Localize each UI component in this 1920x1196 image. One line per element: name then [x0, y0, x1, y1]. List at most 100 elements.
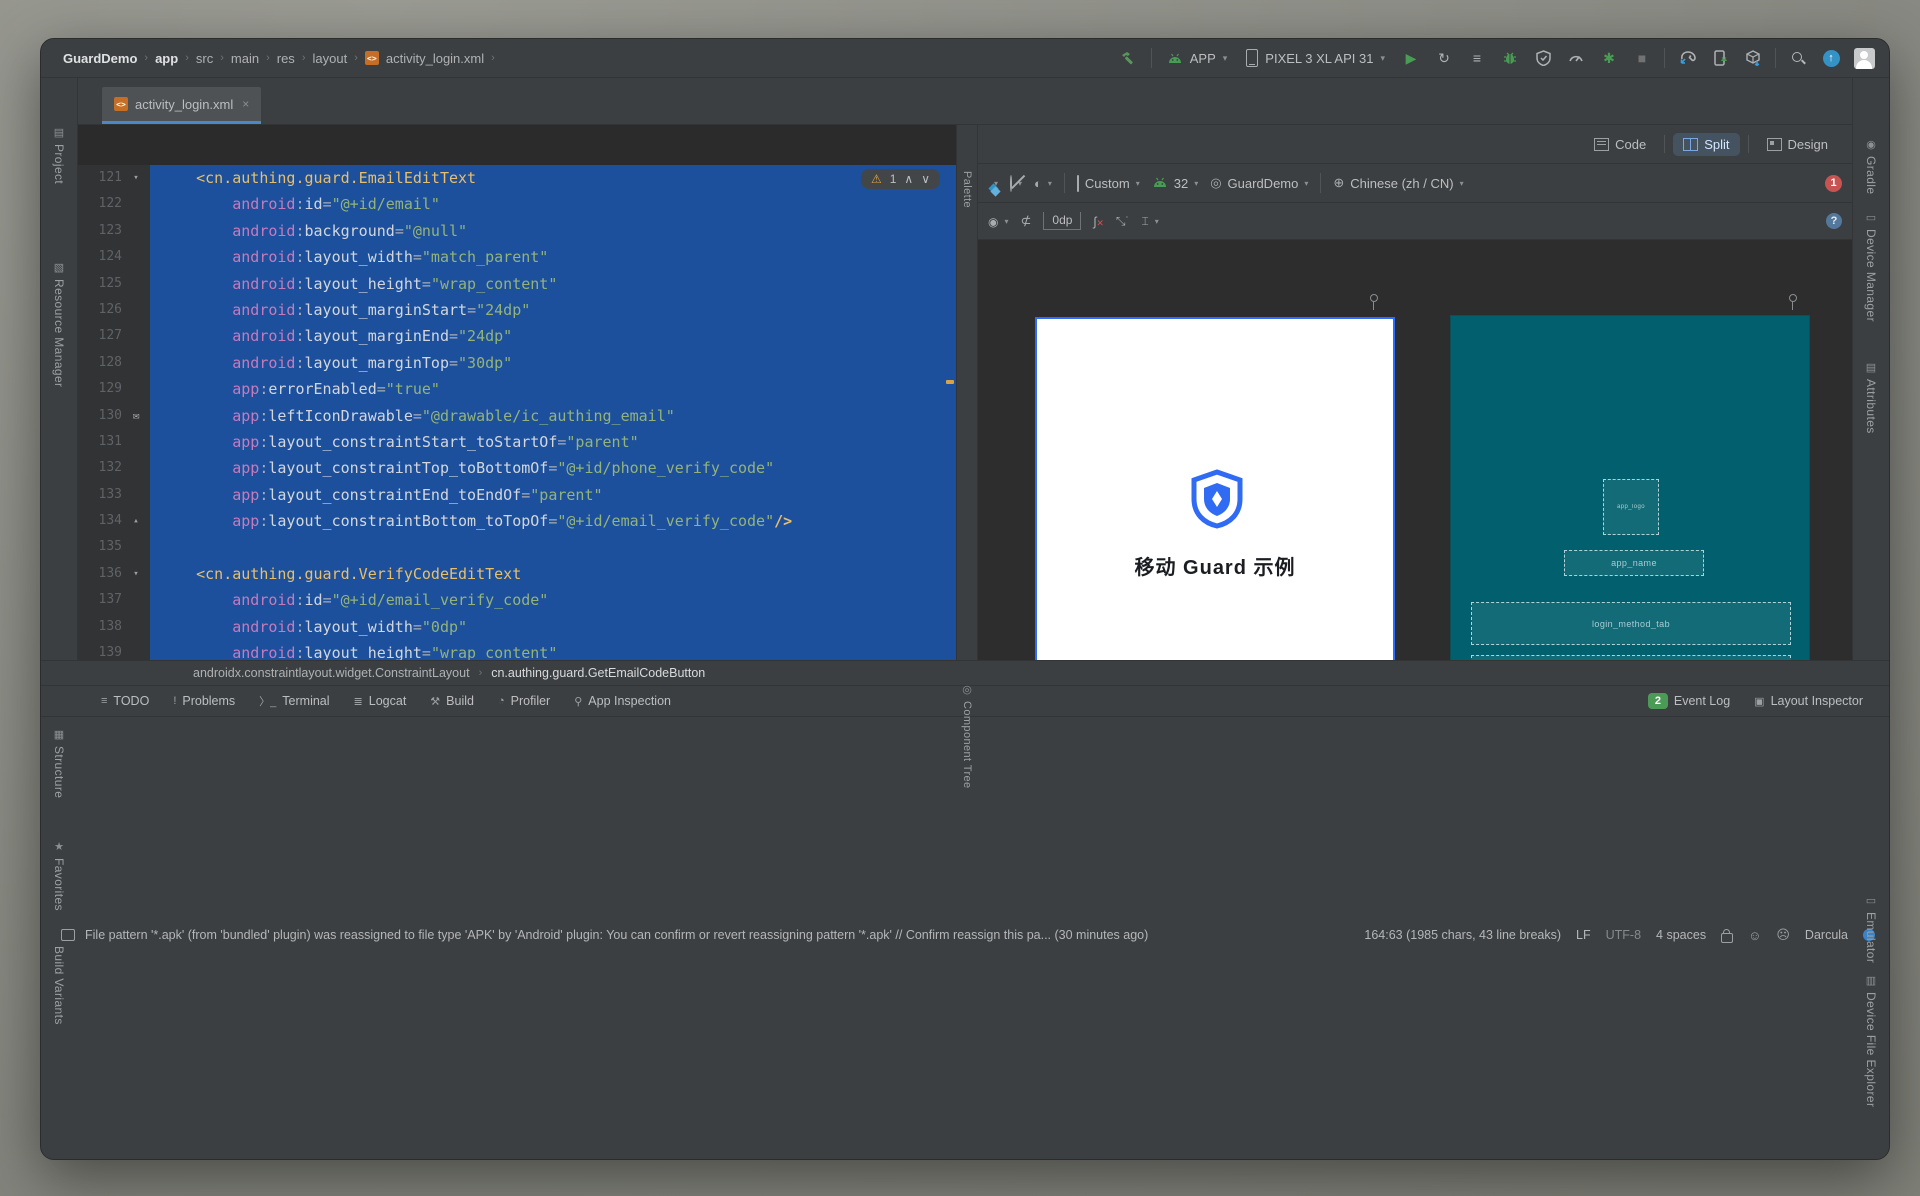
code-line[interactable]: 122 android:id="@+id/email"	[78, 191, 956, 218]
sidebar-item-build-variants[interactable]: Build Variants	[41, 946, 77, 1025]
sidebar-item-project[interactable]: ▤ Project	[41, 128, 77, 185]
clear-constraints[interactable]: ʃ✕	[1093, 214, 1103, 229]
close-tab-icon[interactable]: ×	[242, 97, 249, 111]
default-margins[interactable]: 0dp	[1043, 212, 1082, 230]
sidebar-item-attributes[interactable]: ▤ Attributes	[1853, 363, 1889, 434]
code-line[interactable]: 123 android:background="@null"	[78, 217, 956, 245]
warning-stripe-mark[interactable]	[946, 380, 954, 384]
tab-palette[interactable]: Palette	[957, 171, 977, 208]
sidebar-item-device-manager[interactable]: ▭ Device Manager	[1853, 213, 1889, 322]
code-line[interactable]: 130 ✉ app:leftIconDrawable="@drawable/ic_…	[78, 402, 956, 429]
toolwindow-build[interactable]: ⚒ Build	[430, 694, 474, 708]
breadcrumb-item-src[interactable]: src	[196, 51, 213, 66]
sidebar-item-structure[interactable]: ▦ Structure	[41, 730, 77, 799]
file-encoding[interactable]: UTF-8	[1606, 928, 1641, 942]
view-options[interactable]: ◉ ▾	[988, 214, 1009, 229]
breadcrumb-item-guarddemo[interactable]: GuardDemo	[63, 51, 137, 66]
device-manager-icon[interactable]	[1709, 47, 1731, 69]
sidebar-item-emulator[interactable]: ▭ Emulator	[1853, 896, 1889, 964]
help-icon[interactable]: ?	[1826, 213, 1842, 229]
tab-component-tree[interactable]: ◎ Component Tree	[957, 685, 977, 789]
stop-icon[interactable]: ■	[1631, 47, 1653, 69]
autoconnect-toggle[interactable]: ⊄	[1021, 213, 1032, 229]
target-device-select[interactable]: PIXEL 3 XL API 31 ▾	[1242, 47, 1389, 69]
night-mode-select[interactable]: ◐ ▾	[1034, 176, 1052, 191]
breadcrumb-item-layout[interactable]: layout	[312, 51, 347, 66]
code-line[interactable]: 133 app:layout_constraintEnd_toEndOf="pa…	[78, 481, 956, 509]
code-line[interactable]: 139 android:layout_height="wrap_content"	[78, 640, 956, 660]
code-line[interactable]: 134 ▴ app:layout_constraintBottom_toTopOf…	[78, 508, 956, 535]
pack-align[interactable]: ⌶ ▾	[1141, 213, 1158, 229]
toolwindow-todo[interactable]: ≡ TODO	[101, 694, 149, 708]
code-line[interactable]: 132 app:layout_constraintTop_toBottomOf=…	[78, 455, 956, 482]
design-canvas[interactable]: 移动 Guard 示例 请输入密码请输入手机号发送验证码请输入邮箱发送验证码 a…	[978, 240, 1852, 660]
code-line[interactable]: 121 ▾ <cn.authing.guard.EmailEditText	[78, 165, 956, 192]
code-line[interactable]: 127 android:layout_marginEnd="24dp"	[78, 323, 956, 350]
api-version-select[interactable]: 32 ▾	[1152, 176, 1198, 191]
toolwindow-profiler[interactable]: ◔ Profiler	[498, 694, 550, 708]
breadcrumb-item-main[interactable]: main	[231, 51, 259, 66]
xml-breadcrumb-item[interactable]: androidx.constraintlayout.widget.Constra…	[193, 666, 470, 680]
sidebar-item-device-file-explorer[interactable]: ▥ Device File Explorer	[1853, 976, 1889, 1108]
breadcrumb-item-res[interactable]: res	[277, 51, 295, 66]
tab-activity-login-xml[interactable]: <> activity_login.xml ×	[102, 87, 262, 124]
apply-code-changes-icon[interactable]: ≡	[1466, 47, 1488, 69]
toolwindow-layout-inspector[interactable]: ▣ Layout Inspector	[1754, 694, 1863, 708]
app-theme-select[interactable]: ◎ GuardDemo ▾	[1210, 175, 1308, 191]
design-surface-select[interactable]: ▾	[988, 179, 998, 188]
toolwindow-logcat[interactable]: ≣ Logcat	[354, 694, 407, 708]
code-line[interactable]: 138 android:layout_width="0dp"	[78, 613, 956, 641]
readonly-lock-icon[interactable]	[1721, 928, 1734, 943]
code-line[interactable]: 125 android:layout_height="wrap_content"	[78, 270, 956, 297]
sidebar-item-gradle[interactable]: ◉ Gradle	[1853, 140, 1889, 195]
code-line[interactable]: 131 app:layout_constraintStart_toStartOf…	[78, 428, 956, 456]
mode-design-button[interactable]: Design	[1757, 133, 1838, 156]
locale-select[interactable]: ⊕ Chinese (zh / CN) ▾	[1333, 175, 1463, 191]
run-configuration-select[interactable]: APP ▾	[1163, 49, 1232, 68]
mode-code-button[interactable]: Code	[1584, 133, 1656, 156]
error-stripe[interactable]	[944, 165, 956, 660]
design-preview-phone[interactable]: 移动 Guard 示例 请输入密码请输入手机号发送验证码请输入邮箱发送验证码	[1035, 317, 1395, 660]
debug-icon[interactable]	[1499, 47, 1521, 69]
blueprint-box-login_method_tab[interactable]: login_method_tab	[1471, 602, 1791, 645]
attach-debugger-icon[interactable]: ✱	[1598, 47, 1620, 69]
sad-face-icon[interactable]: ☹	[1776, 927, 1790, 943]
issue-count-badge[interactable]: 1	[1825, 174, 1842, 192]
breadcrumb-item-app[interactable]: app	[155, 51, 178, 66]
blueprint-box-app_name[interactable]: app_name	[1564, 550, 1704, 576]
xml-breadcrumb-item[interactable]: cn.authing.guard.GetEmailCodeButton	[491, 666, 705, 680]
happy-face-icon[interactable]: ☺	[1748, 928, 1761, 943]
infer-constraints[interactable]: ⤡˙	[1116, 213, 1130, 229]
toolwindow-app-inspection[interactable]: ⚲ App Inspection	[574, 694, 671, 708]
code-line[interactable]: 137 android:id="@+id/email_verify_code"	[78, 587, 956, 614]
profile-icon[interactable]	[1565, 47, 1587, 69]
code-line[interactable]: 124 android:layout_width="match_parent"	[78, 244, 956, 271]
status-message[interactable]: File pattern '*.apk' (from 'bundled' plu…	[85, 928, 1148, 942]
run-with-coverage-icon[interactable]	[1532, 47, 1554, 69]
code-editor[interactable]: 121 ▾ <cn.authing.guard.EmailEditText 122 …	[78, 125, 956, 660]
device-select[interactable]: Custom ▾	[1076, 174, 1140, 192]
orientation-select[interactable]: ▾	[1010, 174, 1022, 192]
toolwindow-event-log[interactable]: 2 Event Log	[1647, 693, 1730, 709]
code-line[interactable]: 135	[78, 534, 956, 561]
form-field-person-0[interactable]	[1037, 647, 1393, 660]
build-hammer-icon[interactable]	[1118, 47, 1140, 69]
apply-changes-icon[interactable]: ↻	[1433, 47, 1455, 69]
toolwindow-problems[interactable]: ! Problems	[173, 694, 235, 708]
notification-icon[interactable]	[61, 929, 75, 941]
toolwindow-terminal[interactable]: 〉_ Terminal	[259, 693, 329, 709]
sidebar-item-resource-manager[interactable]: ▧ Resource Manager	[41, 263, 77, 388]
code-line[interactable]: 136 ▾ <cn.authing.guard.VerifyCodeEditTex…	[78, 560, 956, 588]
breadcrumb-item-activity-login-xml[interactable]: activity_login.xml	[386, 51, 484, 66]
search-everywhere-icon[interactable]	[1787, 47, 1809, 69]
indent-setting[interactable]: 4 spaces	[1656, 928, 1706, 942]
blueprint-box-account[interactable]: account	[1471, 655, 1791, 660]
run-icon[interactable]: ▶	[1400, 47, 1422, 69]
sidebar-item-favorites[interactable]: ★ Favorites	[41, 842, 77, 911]
prev-issue-icon[interactable]: ∧	[904, 172, 913, 186]
updates-icon[interactable]: ↑	[1820, 47, 1842, 69]
blueprint-phone[interactable]: app_logoapp_namelogin_method_tabaccountp…	[1450, 315, 1810, 660]
inspection-widget[interactable]: ⚠ 1 ∧ ∨	[860, 169, 940, 189]
caret-position[interactable]: 164:63 (1985 chars, 43 line breaks)	[1364, 928, 1561, 942]
code-line[interactable]: 128 android:layout_marginTop="30dp"	[78, 349, 956, 377]
